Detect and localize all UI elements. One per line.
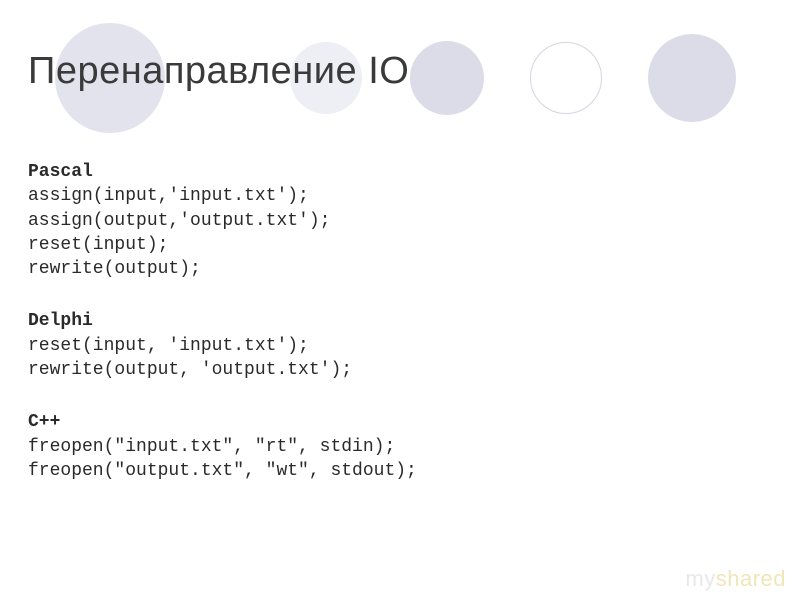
code-line: freopen("output.txt", "wt", stdout); xyxy=(28,459,417,483)
code-block-pascal: Pascal assign(input,'input.txt'); assign… xyxy=(28,160,417,281)
code-content: Pascal assign(input,'input.txt'); assign… xyxy=(28,160,417,511)
code-line: reset(input); xyxy=(28,233,417,257)
code-line: rewrite(output); xyxy=(28,257,417,281)
watermark: myshared xyxy=(685,566,786,592)
watermark-prefix: my xyxy=(685,566,715,591)
code-line: freopen("input.txt", "rt", stdin); xyxy=(28,435,417,459)
circle-decoration xyxy=(648,34,736,122)
code-line: assign(input,'input.txt'); xyxy=(28,184,417,208)
watermark-accent: shared xyxy=(716,566,786,591)
circle-decoration xyxy=(410,41,484,115)
language-label: Delphi xyxy=(28,309,417,333)
circle-decoration xyxy=(530,42,602,114)
slide-title: Перенаправление IO xyxy=(28,50,409,93)
language-label: Pascal xyxy=(28,160,417,184)
code-block-delphi: Delphi reset(input, 'input.txt'); rewrit… xyxy=(28,309,417,382)
language-label: C++ xyxy=(28,410,417,434)
code-line: assign(output,'output.txt'); xyxy=(28,209,417,233)
code-block-cpp: C++ freopen("input.txt", "rt", stdin); f… xyxy=(28,410,417,483)
code-line: rewrite(output, 'output.txt'); xyxy=(28,358,417,382)
code-line: reset(input, 'input.txt'); xyxy=(28,334,417,358)
